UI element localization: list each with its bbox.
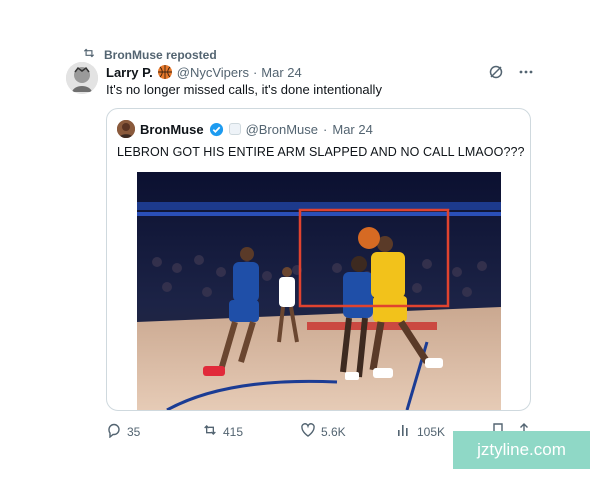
view-count: 105K — [417, 424, 446, 439]
author-handle[interactable]: @NycVipers — [177, 65, 249, 80]
repost-indicator[interactable]: BronMuse reposted — [82, 46, 217, 63]
quote-text: LEBRON GOT HIS ENTIRE ARM SLAPPED AND NO… — [117, 145, 525, 159]
quoted-tweet-card[interactable]: BronMuse @BronMuse · Mar 24 LEBRON GOT H… — [106, 108, 531, 411]
tweet-header: Larry P. @NycVipers · Mar 24 — [106, 64, 302, 80]
basketball-icon — [157, 64, 173, 80]
quote-date[interactable]: Mar 24 — [332, 122, 372, 137]
reply-icon — [106, 422, 122, 441]
avatar-image — [66, 62, 98, 94]
repost-button[interactable]: 415 — [202, 422, 243, 441]
author-name[interactable]: Larry P. — [106, 65, 153, 80]
repost-count: 415 — [223, 424, 244, 439]
quote-avatar[interactable] — [117, 120, 135, 138]
repost-label: BronMuse reposted — [104, 47, 217, 62]
separator-dot: · — [252, 64, 258, 80]
like-button[interactable]: 5.6K — [300, 422, 346, 441]
views-button[interactable]: 105K — [396, 422, 445, 441]
analytics-icon — [396, 422, 412, 441]
reply-count: 35 — [127, 424, 141, 439]
avatar[interactable] — [66, 62, 98, 94]
quoted-tweet-header: BronMuse @BronMuse · Mar 24 — [117, 120, 373, 138]
more-options-icon[interactable] — [518, 64, 534, 85]
like-count: 5.6K — [321, 424, 346, 439]
repost-icon — [202, 422, 218, 441]
grok-icon[interactable] — [488, 64, 504, 85]
reply-button[interactable]: 35 — [106, 422, 140, 441]
watermark: jztyline.com — [453, 431, 590, 469]
quote-author-handle[interactable]: @BronMuse — [246, 122, 318, 137]
quote-author-name[interactable]: BronMuse — [140, 122, 204, 137]
heart-icon — [300, 422, 316, 441]
separator-dot: · — [323, 121, 328, 137]
affiliate-badge-icon — [228, 123, 241, 135]
basketball-game-video-frame — [137, 172, 501, 410]
tweet-header-actions — [488, 64, 534, 85]
tweet-date[interactable]: Mar 24 — [261, 65, 301, 80]
video-thumbnail[interactable] — [137, 172, 501, 410]
repost-icon — [82, 46, 96, 63]
tweet-text: It's no longer missed calls, it's done i… — [106, 82, 382, 97]
verified-badge-icon — [209, 122, 224, 137]
